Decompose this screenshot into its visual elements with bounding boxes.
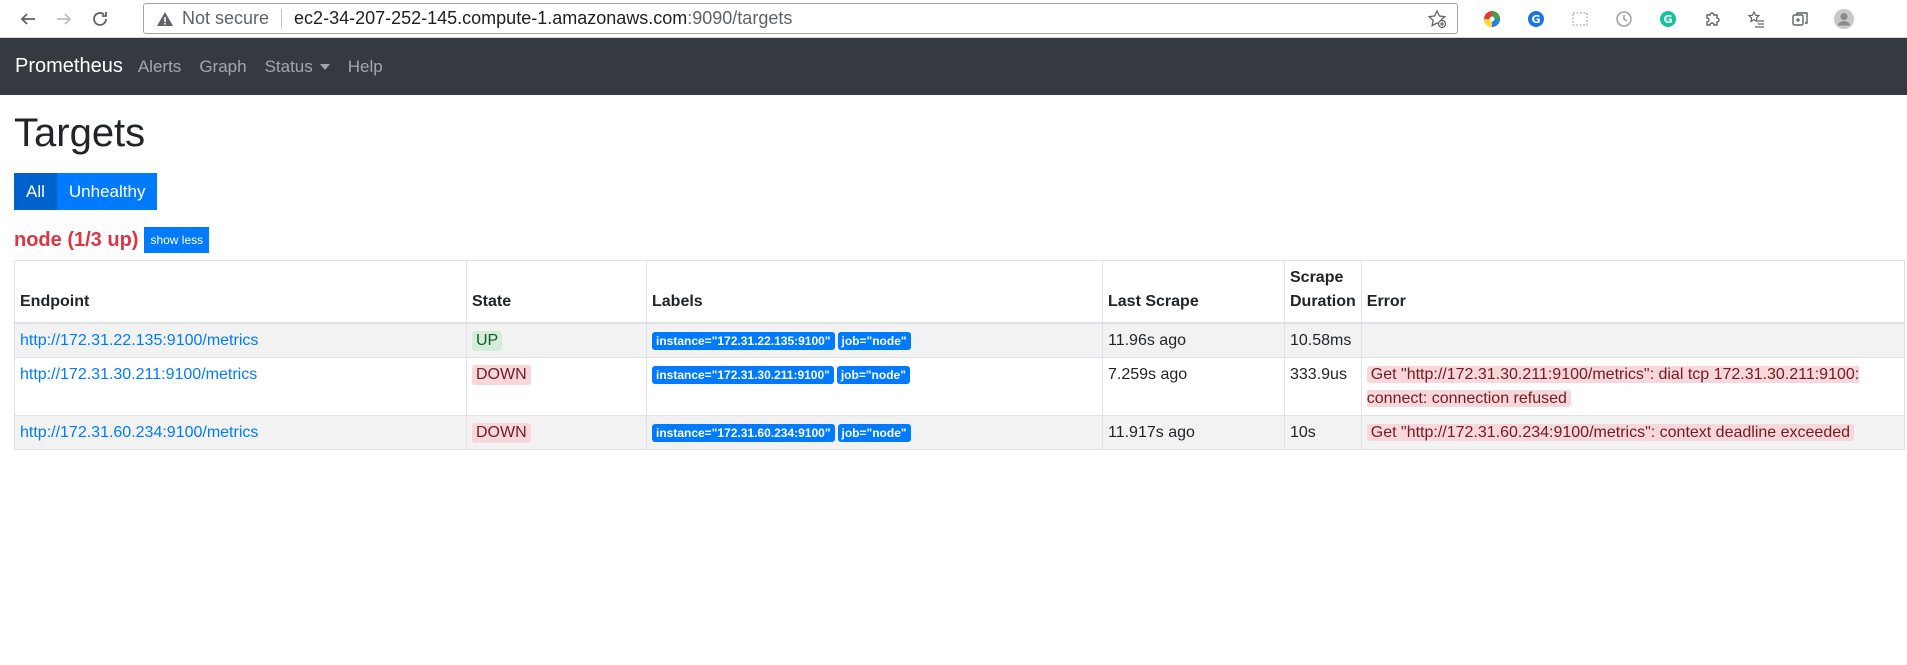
error-message: Get "http://172.31.30.211:9100/metrics":…	[1366, 366, 1860, 407]
clock-icon	[1616, 11, 1632, 27]
arrow-left-icon	[20, 12, 35, 25]
label-badge: job="node"	[837, 424, 911, 442]
last-scrape-cell: 11.917s ago	[1102, 415, 1285, 450]
endpoint-link[interactable]: http://172.31.60.234:9100/metrics	[20, 424, 258, 441]
label-badge: job="node"	[836, 366, 910, 384]
favorites-list-icon	[1747, 10, 1764, 28]
back-button[interactable]	[10, 4, 46, 34]
targets-table: Endpoint State Labels Last Scrape Scrape…	[14, 260, 1906, 450]
extensions-button[interactable]	[1690, 6, 1734, 32]
warning-icon	[157, 11, 173, 26]
arrow-right-icon	[57, 12, 72, 25]
address-bar[interactable]: Not secure ec2-34-207-252-145.compute-1.…	[143, 3, 1458, 34]
nav-status-label: Status	[264, 56, 313, 76]
header-state: State	[466, 260, 647, 324]
brand-link[interactable]: Prometheus	[15, 55, 123, 78]
avatar-icon	[1834, 9, 1854, 29]
error-cell	[1360, 322, 1906, 358]
last-scrape-cell: 7.259s ago	[1102, 357, 1285, 416]
collections-button[interactable]	[1778, 6, 1822, 32]
labels-cell: instance="172.31.30.211:9100" job="node"	[646, 357, 1103, 416]
header-endpoint: Endpoint	[14, 260, 467, 324]
caret-down-icon	[319, 63, 330, 70]
nav-status-dropdown[interactable]: Status	[265, 57, 330, 77]
table-row: http://172.31.22.135:9100/metrics UP ins…	[14, 322, 1906, 358]
url-path: :9090/targets	[687, 8, 793, 28]
labels-cell: instance="172.31.22.135:9100" job="node"	[646, 322, 1103, 358]
state-cell: DOWN	[466, 357, 647, 416]
filter-unhealthy-button[interactable]: Unhealthy	[56, 173, 158, 210]
last-scrape-cell: 11.96s ago	[1102, 322, 1285, 358]
show-less-button[interactable]: show less	[144, 227, 210, 253]
omnibox-divider	[281, 8, 283, 29]
nav-help[interactable]: Help	[348, 57, 383, 77]
browser-toolbar: Not secure ec2-34-207-252-145.compute-1.…	[0, 0, 1907, 38]
nav-alerts[interactable]: Alerts	[138, 57, 181, 77]
filter-all-button[interactable]: All	[14, 173, 57, 210]
error-message: Get "http://172.31.60.234:9100/metrics":…	[1366, 424, 1855, 441]
page-title: Targets	[14, 111, 146, 155]
state-cell: DOWN	[466, 415, 647, 450]
header-labels: Labels	[646, 260, 1103, 324]
labels-cell: instance="172.31.60.234:9100" job="node"	[646, 415, 1103, 450]
table-row: http://172.31.30.211:9100/metrics DOWN i…	[14, 357, 1906, 416]
puzzle-icon	[1706, 12, 1720, 26]
url-host: ec2-34-207-252-145.compute-1.amazonaws.c…	[294, 8, 688, 28]
main-content: Targets All Unhealthy node (1/3 up) show…	[14, 95, 1906, 450]
svg-text:G: G	[1663, 13, 1672, 26]
job-header: node (1/3 up) show less	[14, 227, 1905, 253]
nav-graph[interactable]: Graph	[199, 57, 246, 77]
job-title[interactable]: node (1/3 up)	[14, 229, 138, 252]
endpoint-link[interactable]: http://172.31.30.211:9100/metrics	[20, 366, 257, 383]
state-badge: DOWN	[472, 423, 531, 443]
duration-cell: 10.58ms	[1284, 322, 1362, 358]
grammarly-extension[interactable]: G	[1646, 6, 1690, 32]
collections-icon	[1792, 12, 1808, 26]
reload-icon	[93, 11, 107, 26]
label-badge: instance="172.31.30.211:9100"	[652, 366, 834, 384]
color-wheel-icon	[1484, 11, 1500, 27]
header-last-scrape: Last Scrape	[1102, 260, 1285, 324]
state-badge: DOWN	[472, 365, 531, 385]
endpoint-cell: http://172.31.60.234:9100/metrics	[14, 415, 467, 450]
timer-extension[interactable]	[1602, 6, 1646, 32]
g-circle-icon: G	[1528, 11, 1544, 27]
forward-button[interactable]	[46, 4, 82, 34]
svg-text:G: G	[1531, 13, 1540, 26]
state-cell: UP	[466, 322, 647, 358]
screenshot-extension[interactable]	[1558, 6, 1602, 32]
color-picker-extension[interactable]	[1470, 6, 1514, 32]
duration-cell: 333.9us	[1284, 357, 1362, 416]
profile-button[interactable]	[1822, 6, 1866, 32]
label-badge: job="node"	[837, 332, 911, 350]
label-badge: instance="172.31.60.234:9100"	[652, 424, 835, 442]
endpoint-cell: http://172.31.22.135:9100/metrics	[14, 322, 467, 358]
app-navbar: Prometheus Alerts Graph Status Help	[0, 38, 1907, 95]
duration-cell: 10s	[1284, 415, 1362, 450]
not-secure-label[interactable]: Not secure	[182, 8, 269, 29]
label-badge: instance="172.31.22.135:9100"	[652, 332, 835, 350]
grammarly-icon: G	[1660, 11, 1676, 27]
endpoint-link[interactable]: http://172.31.22.135:9100/metrics	[20, 332, 258, 349]
table-header-row: Endpoint State Labels Last Scrape Scrape…	[14, 260, 1906, 324]
favorites-button[interactable]	[1734, 6, 1778, 32]
screenshot-icon	[1572, 12, 1588, 26]
reload-button[interactable]	[82, 4, 118, 34]
translate-extension[interactable]: G	[1514, 6, 1558, 32]
endpoint-cell: http://172.31.30.211:9100/metrics	[14, 357, 467, 416]
header-error: Error	[1360, 260, 1906, 324]
header-scrape-duration: Scrape Duration	[1284, 260, 1362, 324]
error-cell: Get "http://172.31.60.234:9100/metrics":…	[1360, 415, 1906, 450]
extension-toolbar: G G	[1470, 6, 1866, 32]
error-cell: Get "http://172.31.30.211:9100/metrics":…	[1360, 357, 1906, 416]
add-favorite-icon[interactable]	[1427, 9, 1447, 29]
table-row: http://172.31.60.234:9100/metrics DOWN i…	[14, 415, 1906, 450]
state-badge: UP	[472, 331, 503, 351]
filter-button-group: All Unhealthy	[14, 173, 1905, 210]
